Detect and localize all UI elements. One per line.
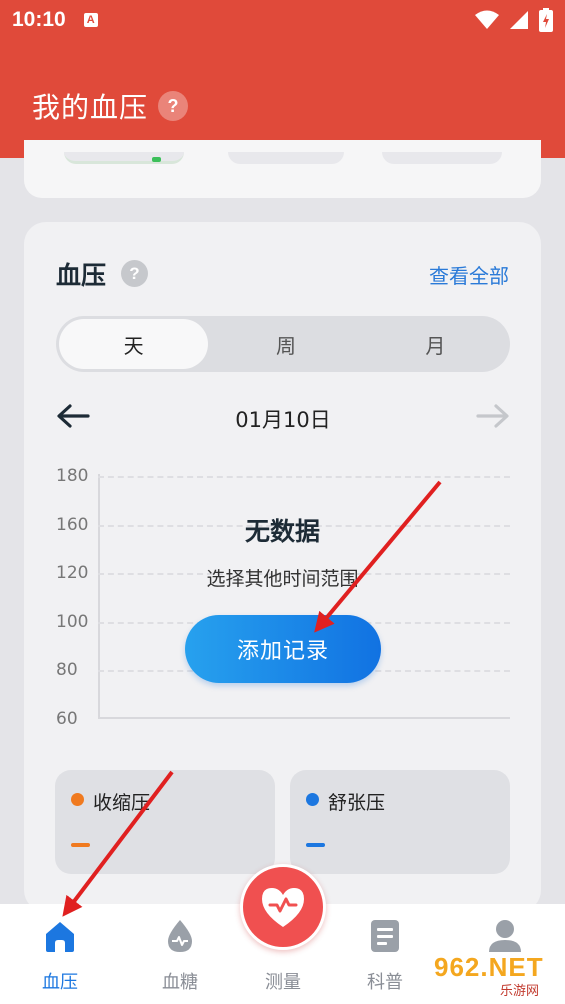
status-bar: 10:10 A <box>0 0 565 40</box>
view-all-link[interactable]: 查看全部 <box>429 260 509 289</box>
empty-state-subtitle: 选择其他时间范围 <box>206 568 359 590</box>
header-title-row: 我的血压 ? <box>32 86 189 126</box>
tab-month[interactable]: 月 <box>361 316 510 372</box>
diastolic-label: 舒张压 <box>328 792 386 814</box>
nav-item-science[interactable]: 科普 <box>340 904 430 1004</box>
help-icon[interactable]: ? <box>121 260 148 287</box>
gridline <box>98 476 510 478</box>
nav-label: 血糖 <box>162 972 198 993</box>
nav-item-blood-pressure[interactable]: 血压 <box>15 904 105 1004</box>
empty-state-title: 无数据 <box>244 517 320 546</box>
diastolic-value-placeholder <box>306 843 325 847</box>
green-indicator <box>152 157 161 162</box>
previous-card-item[interactable] <box>64 152 184 164</box>
tab-week[interactable]: 周 <box>211 316 360 372</box>
y-axis <box>98 474 100 718</box>
signal-icon <box>510 11 528 29</box>
systolic-value-placeholder <box>71 843 90 847</box>
article-icon <box>371 920 399 952</box>
date-navigator: 01月10日 <box>56 398 510 438</box>
home-icon <box>46 922 74 952</box>
bp-chart: 180 160 120 100 80 60 无数据 选择其他时间范围 添加记录 <box>24 460 541 730</box>
blood-drop-icon <box>168 920 192 952</box>
systolic-card: 收缩压 <box>55 770 275 874</box>
nav-item-blood-sugar[interactable]: 血糖 <box>135 904 225 1004</box>
watermark-subtext: 乐游网 <box>500 984 540 999</box>
wifi-icon <box>475 10 499 29</box>
arrow-right-icon[interactable] <box>476 402 510 430</box>
watermark-logo: 962.NET 乐游网 <box>428 950 562 1000</box>
notification-icon: A <box>83 13 98 27</box>
measure-button[interactable] <box>240 864 326 950</box>
nav-label-measure: 测量 <box>265 972 301 993</box>
y-tick-label: 60 <box>56 709 78 729</box>
systolic-dot-icon <box>71 793 84 806</box>
diastolic-dot-icon <box>306 793 319 806</box>
y-tick-label: 80 <box>56 660 78 680</box>
previous-card-item[interactable] <box>382 152 502 164</box>
status-time: 10:10 <box>12 8 66 31</box>
battery-icon <box>539 8 553 32</box>
current-date: 01月10日 <box>235 408 331 432</box>
profile-icon <box>489 920 521 952</box>
systolic-label: 收缩压 <box>93 792 151 814</box>
period-tabs: 天 周 月 <box>56 316 510 372</box>
add-record-button[interactable]: 添加记录 <box>185 615 381 683</box>
status-icons <box>475 8 553 32</box>
heart-icon <box>262 888 304 927</box>
x-axis <box>98 717 510 719</box>
nav-label: 血压 <box>42 972 78 993</box>
blood-pressure-card: 血压 ? 查看全部 天 周 月 01月10日 180 160 120 100 8… <box>24 222 541 912</box>
previous-card-item[interactable] <box>228 152 344 164</box>
card-title: 血压 <box>56 261 107 290</box>
y-tick-label: 180 <box>56 466 89 486</box>
tab-day[interactable]: 天 <box>59 319 209 369</box>
app-bar: 10:10 A 我的血压 ? <box>0 0 565 158</box>
nav-label: 科普 <box>367 972 403 993</box>
previous-card <box>24 140 541 198</box>
y-tick-label: 100 <box>56 612 89 632</box>
page-title: 我的血压 <box>32 91 149 124</box>
watermark-text: 962.NET <box>434 952 544 982</box>
help-icon[interactable]: ? <box>158 91 189 121</box>
diastolic-card: 舒张压 <box>290 770 510 874</box>
